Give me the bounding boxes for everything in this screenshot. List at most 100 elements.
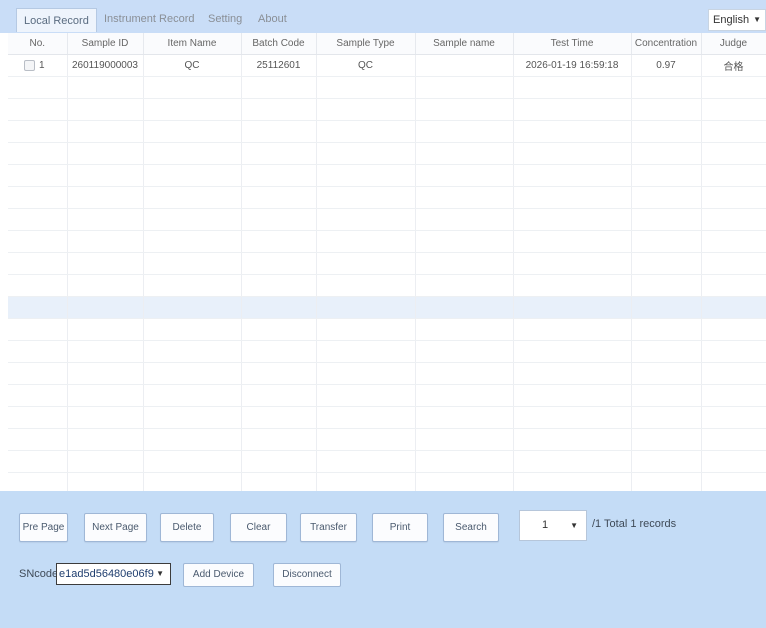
empty-cell bbox=[143, 340, 242, 363]
table-row[interactable]: 1 260119000003 QC 25112601 QC 2026-01-19… bbox=[8, 54, 766, 77]
empty-cell bbox=[513, 340, 632, 363]
col-concentration[interactable]: Concentration bbox=[631, 33, 702, 55]
empty-cell bbox=[631, 208, 702, 231]
tab-about[interactable]: About bbox=[258, 9, 287, 29]
empty-cell bbox=[241, 76, 317, 99]
empty-row bbox=[8, 252, 766, 275]
clear-button[interactable]: Clear bbox=[230, 513, 287, 542]
empty-cell bbox=[8, 142, 68, 165]
add-device-button[interactable]: Add Device bbox=[183, 563, 254, 587]
empty-cell bbox=[67, 406, 144, 429]
empty-cell bbox=[8, 384, 68, 407]
empty-cell bbox=[143, 318, 242, 341]
disconnect-button[interactable]: Disconnect bbox=[273, 563, 341, 587]
empty-cell bbox=[513, 252, 632, 275]
empty-cell bbox=[701, 230, 766, 253]
empty-cell bbox=[8, 472, 68, 491]
empty-cell bbox=[67, 142, 144, 165]
row-number: 1 bbox=[39, 60, 45, 72]
search-button[interactable]: Search bbox=[443, 513, 499, 542]
col-item-name[interactable]: Item Name bbox=[143, 33, 242, 55]
empty-cell bbox=[67, 428, 144, 451]
empty-row bbox=[8, 472, 766, 491]
empty-cell bbox=[701, 406, 766, 429]
col-sample-name[interactable]: Sample name bbox=[415, 33, 514, 55]
empty-cell bbox=[67, 252, 144, 275]
empty-row bbox=[8, 76, 766, 99]
tab-setting[interactable]: Setting bbox=[208, 9, 242, 29]
row-checkbox[interactable] bbox=[24, 59, 35, 71]
empty-cell bbox=[67, 450, 144, 473]
page-select-value: 1 bbox=[542, 519, 549, 531]
empty-cell bbox=[513, 384, 632, 407]
empty-cell bbox=[316, 230, 416, 253]
empty-row bbox=[8, 318, 766, 341]
empty-cell bbox=[316, 98, 416, 121]
empty-cell bbox=[631, 120, 702, 143]
empty-cell bbox=[241, 142, 317, 165]
language-select[interactable]: English ▼ bbox=[708, 9, 766, 31]
empty-cell bbox=[143, 450, 242, 473]
empty-cell bbox=[316, 76, 416, 99]
empty-cell bbox=[701, 428, 766, 451]
next-page-button[interactable]: Next Page bbox=[84, 513, 147, 542]
empty-cell bbox=[67, 472, 144, 491]
cell-item-name: QC bbox=[143, 54, 242, 77]
records-grid: No. Sample ID Item Name Batch Code Sampl… bbox=[8, 33, 766, 491]
empty-cell bbox=[415, 340, 514, 363]
empty-cell bbox=[8, 76, 68, 99]
tab-local-record[interactable]: Local Record bbox=[16, 8, 97, 32]
tab-bar: Local Record Instrument Record Setting A… bbox=[0, 0, 766, 33]
empty-cell bbox=[513, 208, 632, 231]
empty-cell bbox=[143, 120, 242, 143]
empty-row bbox=[8, 208, 766, 231]
empty-cell bbox=[67, 230, 144, 253]
empty-cell bbox=[513, 362, 632, 385]
print-button[interactable]: Print bbox=[372, 513, 428, 542]
empty-cell bbox=[241, 120, 317, 143]
empty-cell bbox=[631, 428, 702, 451]
empty-cell bbox=[513, 274, 632, 297]
empty-cell bbox=[143, 164, 242, 187]
empty-cell bbox=[8, 340, 68, 363]
empty-row bbox=[8, 98, 766, 121]
empty-cell bbox=[513, 472, 632, 491]
empty-cell bbox=[8, 208, 68, 231]
col-sample-id[interactable]: Sample ID bbox=[67, 33, 144, 55]
empty-row bbox=[8, 296, 766, 319]
empty-cell bbox=[143, 472, 242, 491]
page-select[interactable]: 1 ▼ bbox=[519, 510, 587, 541]
pre-page-button[interactable]: Pre Page bbox=[19, 513, 68, 542]
transfer-button[interactable]: Transfer bbox=[300, 513, 357, 542]
col-test-time[interactable]: Test Time bbox=[513, 33, 632, 55]
col-sample-type[interactable]: Sample Type bbox=[316, 33, 416, 55]
empty-cell bbox=[67, 76, 144, 99]
empty-row bbox=[8, 428, 766, 451]
empty-cell bbox=[8, 428, 68, 451]
col-batch-code[interactable]: Batch Code bbox=[241, 33, 317, 55]
empty-cell bbox=[701, 186, 766, 209]
empty-cell bbox=[241, 340, 317, 363]
sncode-select[interactable]: e1ad5d56480e06f9 ▼ bbox=[56, 563, 171, 585]
tab-instrument-record[interactable]: Instrument Record bbox=[104, 9, 194, 29]
col-judge[interactable]: Judge bbox=[701, 33, 766, 55]
col-no[interactable]: No. bbox=[8, 33, 68, 55]
empty-cell bbox=[415, 406, 514, 429]
empty-cell bbox=[701, 252, 766, 275]
empty-cell bbox=[143, 208, 242, 231]
empty-cell bbox=[241, 274, 317, 297]
empty-cell bbox=[241, 428, 317, 451]
empty-cell bbox=[631, 472, 702, 491]
delete-button[interactable]: Delete bbox=[160, 513, 214, 542]
empty-cell bbox=[316, 186, 416, 209]
cell-no[interactable]: 1 bbox=[8, 54, 68, 77]
empty-row bbox=[8, 274, 766, 297]
empty-cell bbox=[415, 142, 514, 165]
empty-cell bbox=[631, 318, 702, 341]
empty-cell bbox=[415, 230, 514, 253]
empty-cell bbox=[316, 142, 416, 165]
empty-cell bbox=[8, 274, 68, 297]
empty-cell bbox=[631, 98, 702, 121]
empty-cell bbox=[67, 362, 144, 385]
empty-cell bbox=[241, 208, 317, 231]
